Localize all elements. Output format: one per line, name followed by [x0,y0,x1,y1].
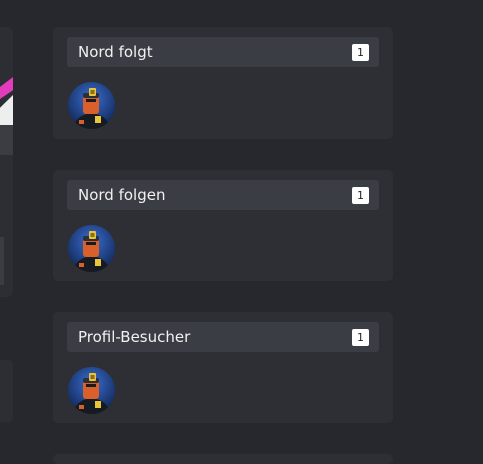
card-title: Nord folgt [78,43,153,61]
following-card: Nord folgen 1 [53,170,393,281]
side-panel-control[interactable] [0,237,4,285]
side-image-white-shape [0,95,13,127]
count-badge: 1 [352,44,369,61]
side-image-grey-shape [0,125,13,155]
count-badge: 1 [352,329,369,346]
card-header[interactable]: Nord folgen 1 [67,180,379,210]
side-panel-edge [0,27,13,297]
user-avatar-icon [68,367,115,414]
profile-visitors-card: Profil-Besucher 1 [53,312,393,423]
user-avatar-icon [68,82,115,129]
card-title: Profil-Besucher [78,328,191,346]
user-avatar-icon [68,225,115,272]
next-card-edge [53,454,393,464]
count-badge: 1 [352,187,369,204]
followers-card: Nord folgt 1 [53,27,393,139]
user-avatar[interactable] [68,225,115,272]
user-avatar[interactable] [68,82,115,129]
card-header[interactable]: Nord folgt 1 [67,37,379,67]
user-avatar[interactable] [68,367,115,414]
side-panel-edge-lower [0,360,13,422]
card-header[interactable]: Profil-Besucher 1 [67,322,379,352]
card-title: Nord folgen [78,186,166,204]
side-image-pink-shape [0,77,13,99]
